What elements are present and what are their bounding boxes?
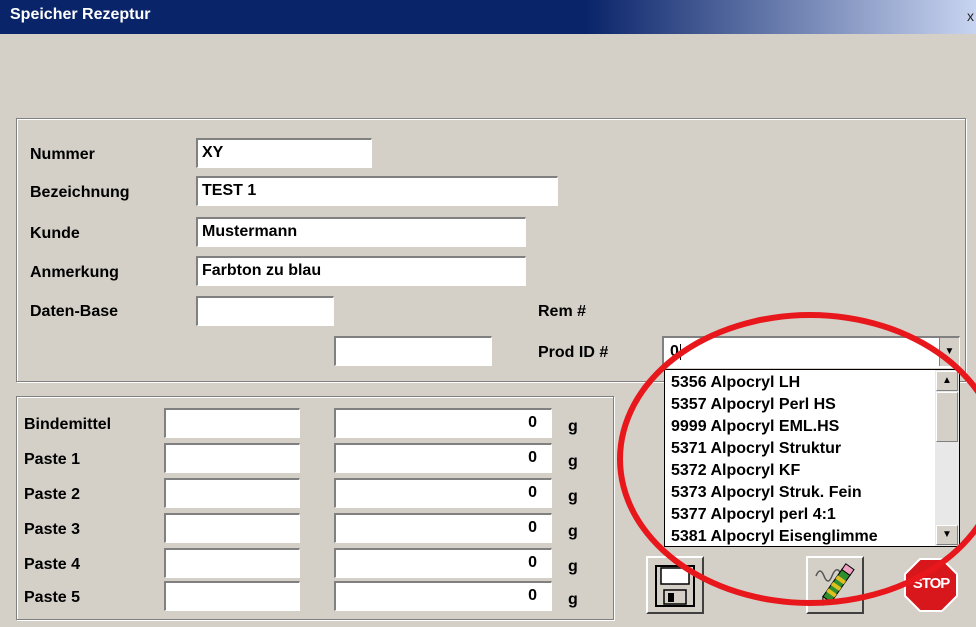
bezeichnung-field[interactable]: TEST 1: [196, 176, 558, 206]
ingredient-amount-field[interactable]: 0: [334, 408, 552, 438]
daten-base-label: Daten-Base: [30, 303, 119, 320]
ingredient-name-field[interactable]: [164, 443, 300, 473]
kunde-label: Kunde: [30, 225, 80, 242]
ingredient-amount-field[interactable]: 0: [334, 443, 552, 473]
ingredient-amount-field[interactable]: 0: [334, 581, 552, 611]
ingredient-amount-field[interactable]: 0: [334, 513, 552, 543]
ingredient-name-field[interactable]: [164, 408, 300, 438]
unit-label: g: [568, 453, 578, 470]
unit-label: g: [568, 523, 578, 540]
ingredient-label: Bindemittel: [24, 416, 112, 433]
window-title: Speicher Rezeptur: [10, 6, 151, 23]
anmerkung-field[interactable]: Farbton zu blau: [196, 256, 526, 286]
unit-label: g: [568, 591, 578, 608]
extra-field[interactable]: [334, 336, 492, 366]
rem-label: Rem #: [538, 303, 587, 320]
kunde-field[interactable]: Mustermann: [196, 217, 526, 247]
ingredient-label: Paste 4: [24, 556, 81, 573]
nummer-field[interactable]: XY: [196, 138, 372, 168]
anmerkung-label: Anmerkung: [30, 264, 119, 281]
ingredient-label: Paste 1: [24, 451, 81, 468]
ingredient-name-field[interactable]: [164, 548, 300, 578]
title-bar: Speicher Rezeptur x: [0, 0, 976, 34]
unit-label: g: [568, 558, 578, 575]
ingredient-label: Paste 5: [24, 589, 81, 606]
ingredient-label: Paste 2: [24, 486, 81, 503]
daten-base-field[interactable]: [196, 296, 334, 326]
ingredient-name-field[interactable]: [164, 478, 300, 508]
prod-id-label: Prod ID #: [538, 344, 609, 361]
nummer-label: Nummer: [30, 146, 95, 163]
ingredient-name-field[interactable]: [164, 513, 300, 543]
bezeichnung-label: Bezeichnung: [30, 184, 130, 201]
ingredient-amount-field[interactable]: 0: [334, 478, 552, 508]
unit-label: g: [568, 488, 578, 505]
unit-label: g: [568, 418, 578, 435]
close-icon[interactable]: x: [967, 8, 974, 24]
ingredient-name-field[interactable]: [164, 581, 300, 611]
ingredient-label: Paste 3: [24, 521, 81, 538]
ingredient-amount-field[interactable]: 0: [334, 548, 552, 578]
